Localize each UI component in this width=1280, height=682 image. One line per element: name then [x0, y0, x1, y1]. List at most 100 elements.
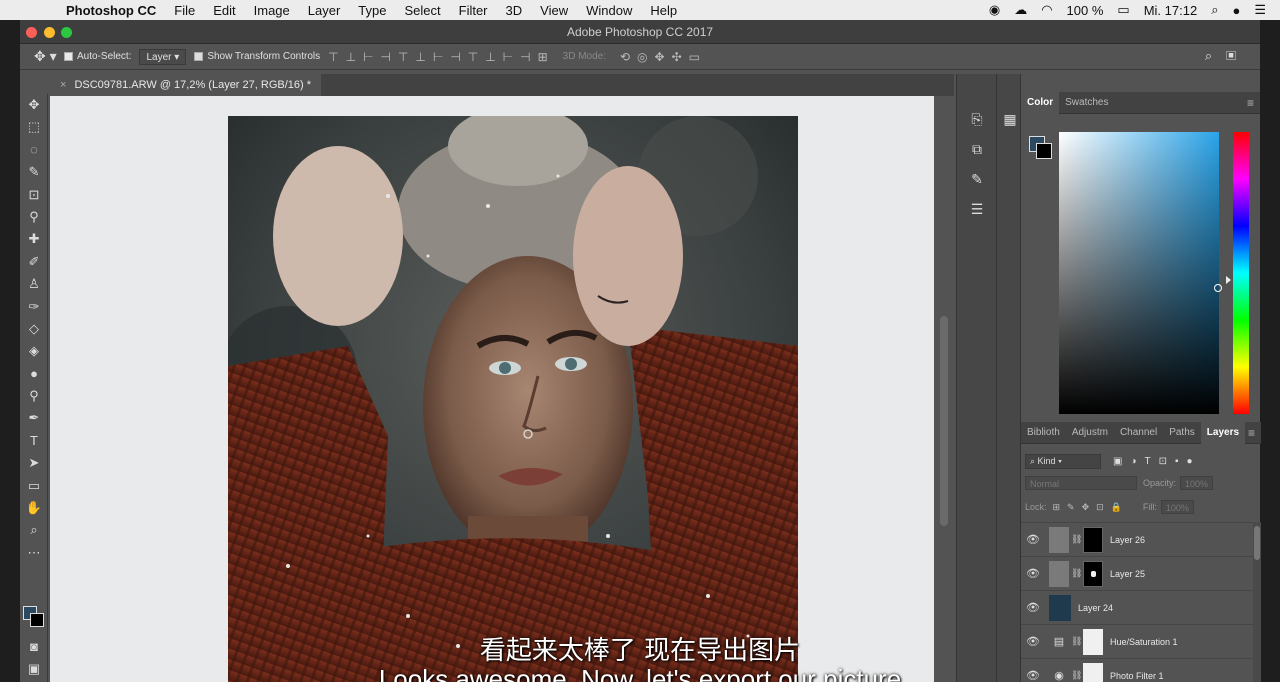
subtitle-english: Looks awesome. Now, let's export our pic…	[378, 664, 902, 682]
history-panel-icon[interactable]: ⎘	[957, 104, 997, 134]
search-and-workspace-icon[interactable]: ⌕▣	[1205, 48, 1250, 64]
path-selection-tool-icon[interactable]: ➤	[20, 452, 48, 474]
zoom-tool-icon[interactable]: ⌕	[20, 519, 48, 541]
layer-mask-thumbnail[interactable]	[1083, 526, 1103, 553]
visibility-eye-icon[interactable]: 👁	[1021, 601, 1045, 614]
lock-label: Lock:	[1025, 502, 1047, 512]
lock-options-icon[interactable]: ⊞✎✥⊡🔒	[1053, 502, 1129, 513]
brush-panel-icon[interactable]: ✎	[957, 164, 997, 194]
mask-link-icon[interactable]: ⛓	[1071, 568, 1082, 579]
hand-tool-icon[interactable]: ✋	[20, 497, 48, 519]
rectangle-tool-icon[interactable]: ▭	[20, 475, 48, 497]
layers-panel-menu-icon[interactable]: ≡	[1248, 426, 1255, 440]
hue-slider-caret[interactable]	[1226, 276, 1231, 284]
menu-app-name[interactable]: Photoshop CC	[66, 3, 156, 18]
canvas-scroll-thumb[interactable]	[940, 316, 948, 526]
history-brush-tool-icon[interactable]: ✑	[20, 296, 48, 318]
menu-view[interactable]: View	[540, 3, 568, 18]
fill-field[interactable]: 100%	[1160, 500, 1194, 514]
notification-center-icon[interactable]: ☰	[1254, 2, 1266, 18]
mask-link-icon[interactable]: ⛓	[1071, 534, 1082, 545]
layer-name[interactable]: Layer 26	[1110, 535, 1145, 545]
auto-select-dropdown[interactable]: Layer ▾	[139, 48, 187, 65]
visibility-eye-icon[interactable]: 👁	[1021, 533, 1045, 546]
eyedropper-tool-icon[interactable]: ⚲	[20, 206, 48, 228]
menu-layer[interactable]: Layer	[308, 3, 341, 18]
blur-tool-icon[interactable]: ●	[20, 363, 48, 385]
layer-row[interactable]: 👁 Layer 24	[1021, 590, 1253, 624]
document-photo[interactable]	[228, 116, 798, 682]
menu-type[interactable]: Type	[358, 3, 386, 18]
layer-name[interactable]: Layer 25	[1110, 569, 1145, 579]
color-panel-background-swatch[interactable]	[1036, 143, 1052, 159]
siri-icon[interactable]: ●	[1232, 3, 1240, 18]
battery-percent[interactable]: 100 %	[1067, 3, 1104, 18]
lasso-tool-icon[interactable]: ◌	[20, 139, 48, 161]
transform-controls-checkbox[interactable]	[194, 52, 204, 61]
tab-layers[interactable]: Layers	[1200, 421, 1246, 444]
menu-file[interactable]: File	[174, 3, 195, 18]
visibility-eye-icon[interactable]: 👁	[1021, 567, 1045, 580]
layer-row[interactable]: 👁 ⛓ Layer 26	[1021, 522, 1253, 556]
menu-3d[interactable]: 3D	[506, 3, 523, 18]
blend-mode-dropdown[interactable]: Normal	[1025, 476, 1137, 490]
layer-filter-kind-dropdown[interactable]: ⌕ Kind ▾	[1025, 453, 1101, 469]
wifi-icon[interactable]: ◠	[1041, 2, 1052, 18]
pen-tool-icon[interactable]: ✒	[20, 407, 48, 429]
document-tab[interactable]: × DSC09781.ARW @ 17,2% (Layer 27, RGB/16)…	[50, 74, 322, 96]
dodge-tool-icon[interactable]: ⚲	[20, 385, 48, 407]
window-close-button[interactable]	[26, 27, 37, 38]
color-picker-field[interactable]	[1059, 132, 1219, 414]
layer-thumbnail[interactable]	[1049, 526, 1069, 553]
blend-opacity-row: Normal Opacity: 100%	[1021, 472, 1261, 494]
opacity-field[interactable]: 100%	[1180, 476, 1214, 490]
background-color-swatch[interactable]	[30, 613, 44, 627]
type-tool-icon[interactable]: T	[20, 430, 48, 452]
more-tools-icon[interactable]: ⋯	[20, 542, 48, 564]
battery-icon[interactable]: ▭	[1117, 2, 1129, 18]
marquee-tool-icon[interactable]: ⬚	[20, 116, 48, 138]
creative-cloud-icon[interactable]: ☁	[1014, 2, 1027, 18]
healing-brush-tool-icon[interactable]: ✚	[20, 228, 48, 250]
window-minimize-button[interactable]	[44, 27, 55, 38]
3d-mode-buttons-icon[interactable]: ⟲◎✥✣▭	[620, 50, 707, 64]
layer-mask-thumbnail[interactable]	[1083, 560, 1103, 587]
color-picker-ring[interactable]	[1214, 284, 1222, 292]
crop-tool-icon[interactable]: ⊡	[20, 184, 48, 206]
adjustments-sliders-icon[interactable]: ☰	[957, 194, 997, 224]
menu-select[interactable]: Select	[404, 3, 440, 18]
eraser-tool-icon[interactable]: ◇	[20, 318, 48, 340]
hue-slider[interactable]	[1233, 132, 1249, 414]
auto-select-checkbox[interactable]	[64, 52, 73, 61]
layer-thumbnail[interactable]	[1049, 594, 1071, 621]
paint-bucket-tool-icon[interactable]: ◈	[20, 340, 48, 362]
record-icon[interactable]: ◉	[989, 2, 1000, 18]
quick-selection-tool-icon[interactable]: ✎	[20, 161, 48, 183]
menu-edit[interactable]: Edit	[213, 3, 235, 18]
tab-paths[interactable]: Paths	[1163, 422, 1201, 444]
canvas-area[interactable]	[50, 96, 934, 682]
tab-adjustments[interactable]: Adjustm	[1066, 422, 1114, 444]
menu-help[interactable]: Help	[650, 3, 677, 18]
close-document-icon[interactable]: ×	[60, 79, 66, 91]
tab-libraries[interactable]: Biblioth	[1021, 422, 1066, 444]
window-maximize-button[interactable]	[61, 27, 72, 38]
layer-thumbnail[interactable]	[1049, 560, 1069, 587]
menu-image[interactable]: Image	[254, 3, 290, 18]
layers-scroll-thumb[interactable]	[1254, 526, 1260, 560]
menu-window[interactable]: Window	[586, 3, 632, 18]
move-tool-preset-icon[interactable]: ✥ ▾	[34, 48, 64, 65]
brush-tool-icon[interactable]: ✐	[20, 251, 48, 273]
clone-stamp-tool-icon[interactable]: ♙	[20, 273, 48, 295]
canvas-vertical-scrollbar[interactable]	[934, 96, 954, 682]
properties-panel-icon[interactable]: ⧉	[957, 134, 997, 164]
clock[interactable]: Mi. 17:12	[1144, 3, 1197, 18]
align-buttons-icon[interactable]: ⊤⊥⊢⊣⊤⊥⊢⊣⊤⊥⊢⊣⊞	[328, 50, 555, 64]
spotlight-search-icon[interactable]: ⌕	[1211, 2, 1218, 18]
layer-filter-type-icons[interactable]: ▣◑T⊡▪●	[1113, 456, 1201, 467]
layer-row[interactable]: 👁 ⛓ Layer 25	[1021, 556, 1253, 590]
layer-name[interactable]: Layer 24	[1078, 603, 1113, 613]
move-tool-icon[interactable]: ✥	[20, 94, 48, 116]
menu-filter[interactable]: Filter	[459, 3, 488, 18]
tab-channels[interactable]: Channel	[1114, 422, 1163, 444]
